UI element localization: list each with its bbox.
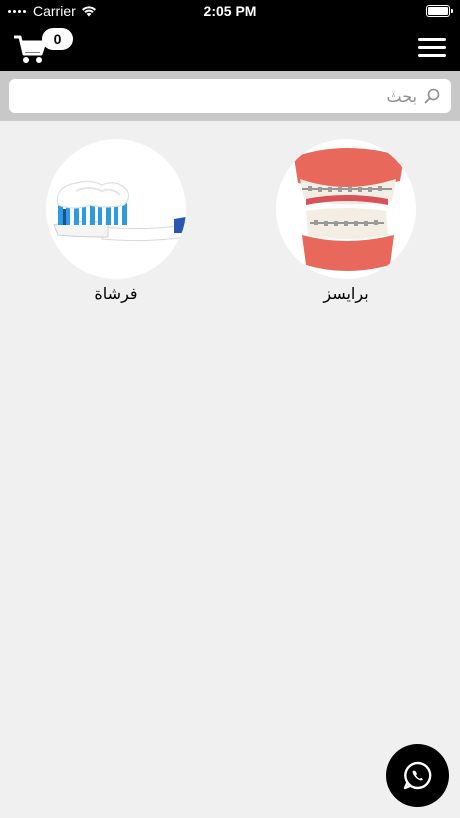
hamburger-menu-icon[interactable] <box>418 38 446 58</box>
nav-bar: 0 <box>0 22 460 71</box>
cart-button[interactable]: 0 <box>14 28 73 66</box>
braces-image <box>276 139 416 279</box>
search-box <box>9 79 451 113</box>
search-input[interactable] <box>19 79 417 113</box>
whatsapp-button[interactable] <box>386 744 449 807</box>
whatsapp-icon <box>403 761 432 790</box>
battery-icon <box>426 5 453 17</box>
search-bar <box>0 71 460 121</box>
category-item-braces[interactable]: برايسز <box>276 139 416 303</box>
status-bar: Carrier 2:05 PM <box>0 0 460 22</box>
cart-count-badge: 0 <box>42 28 73 50</box>
category-label: فرشاة <box>94 284 138 303</box>
search-icon <box>424 88 440 104</box>
braces-teeth-model-image <box>294 148 404 271</box>
category-item-toothbrush[interactable]: فرشاة <box>46 139 186 303</box>
toothbrush-image <box>46 139 186 279</box>
category-label: برايسز <box>323 284 369 303</box>
status-time: 2:05 PM <box>203 3 257 19</box>
toothbrush-with-toothpaste-image <box>53 180 186 242</box>
